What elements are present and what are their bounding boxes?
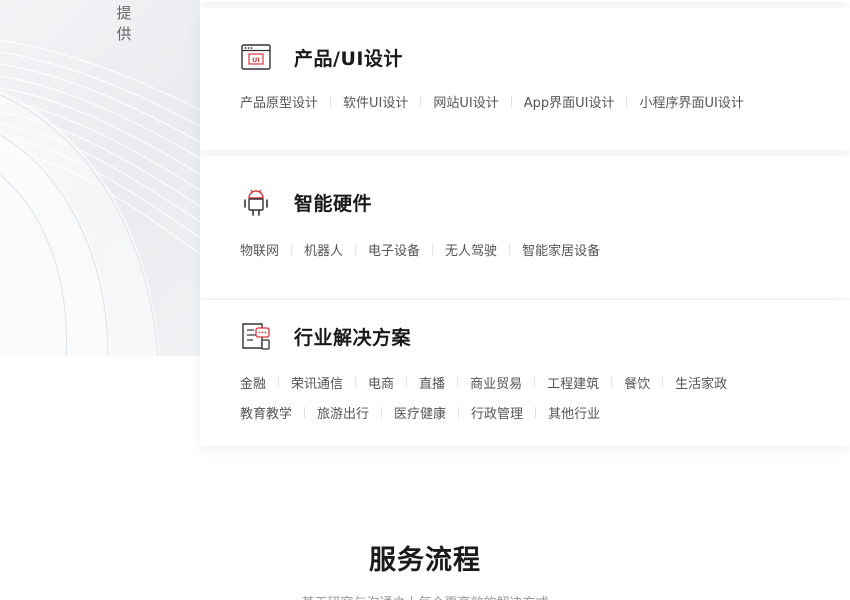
tag-software-ui[interactable]: 软件UI设计 <box>343 92 408 111</box>
section-subtitle: 基于研究与沟通之上每个更高效的解决方式 <box>0 592 850 600</box>
tag-divider <box>381 407 383 418</box>
wave-lines-decoration <box>0 39 200 356</box>
tag-divider <box>291 244 293 255</box>
tag-divider <box>509 244 511 255</box>
tag-divider <box>626 96 628 107</box>
tag-divider <box>304 407 306 418</box>
tag-construction[interactable]: 工程建筑 <box>547 373 599 392</box>
tag-divider <box>330 96 332 107</box>
tag-housekeeping[interactable]: 生活家政 <box>675 373 727 392</box>
tag-trade[interactable]: 商业贸易 <box>470 373 522 392</box>
tag-healthcare[interactable]: 医疗健康 <box>394 403 446 422</box>
ui-window-icon: UI <box>240 41 272 73</box>
tag-divider <box>535 407 537 418</box>
tag-miniprogram-ui[interactable]: 小程序界面UI设计 <box>639 92 743 111</box>
tag-telecom[interactable]: 荣讯通信 <box>291 373 343 392</box>
card-title: 产品/UI设计 <box>294 47 403 70</box>
card-title: 智能硬件 <box>294 192 373 215</box>
tag-divider <box>662 377 664 388</box>
android-robot-icon <box>240 186 272 218</box>
tag-list: 物联网 机器人 电子设备 无人驾驶 智能家居设备 <box>240 240 600 259</box>
ui-icon-label: UI <box>252 56 260 64</box>
previous-card-edge <box>200 0 850 2</box>
tag-finance[interactable]: 金融 <box>240 373 266 392</box>
tag-app-ui[interactable]: App界面UI设计 <box>524 92 615 111</box>
banner-vertical-text: 提供 <box>116 4 132 43</box>
tag-list-row-1: 金融 荣讯通信 电商 直播 商业贸易 工程建筑 餐饮 生活家政 <box>240 373 727 392</box>
service-card-smart-hardware: 智能硬件 物联网 机器人 电子设备 无人驾驶 智能家居设备 <box>200 156 850 298</box>
service-card-industry-solutions: 行业解决方案 金融 荣讯通信 电商 直播 商业贸易 工程建筑 餐饮 生活家政 教… <box>200 300 850 446</box>
solution-document-icon <box>240 320 272 352</box>
tag-divider <box>406 377 408 388</box>
tag-divider <box>420 96 422 107</box>
tag-electronics[interactable]: 电子设备 <box>368 240 420 259</box>
tag-education[interactable]: 教育教学 <box>240 403 292 422</box>
tag-web-ui[interactable]: 网站UI设计 <box>433 92 498 111</box>
tag-divider <box>432 244 434 255</box>
tag-divider <box>458 407 460 418</box>
tag-divider <box>611 377 613 388</box>
card-header: 行业解决方案 <box>240 320 411 352</box>
tag-divider <box>457 377 459 388</box>
tag-autonomous-driving[interactable]: 无人驾驶 <box>445 240 497 259</box>
tag-robot[interactable]: 机器人 <box>304 240 343 259</box>
tag-list-row-2: 教育教学 旅游出行 医疗健康 行政管理 其他行业 <box>240 403 600 422</box>
tag-smart-home[interactable]: 智能家居设备 <box>522 240 600 259</box>
card-title: 行业解决方案 <box>294 326 412 349</box>
tag-divider <box>510 96 512 107</box>
service-card-ui-design: UI 产品/UI设计 产品原型设计 软件UI设计 网站UI设计 App界面UI设… <box>200 8 850 150</box>
tag-iot[interactable]: 物联网 <box>240 240 279 259</box>
tag-divider <box>534 377 536 388</box>
tag-divider <box>278 377 280 388</box>
tag-other-industries[interactable]: 其他行业 <box>548 403 600 422</box>
tag-divider <box>355 377 357 388</box>
tag-catering[interactable]: 餐饮 <box>624 373 650 392</box>
tag-ecommerce[interactable]: 电商 <box>368 373 394 392</box>
tag-travel[interactable]: 旅游出行 <box>317 403 369 422</box>
tag-prototype-design[interactable]: 产品原型设计 <box>240 92 318 111</box>
tag-divider <box>355 244 357 255</box>
left-banner-art: 提供 <box>0 0 200 356</box>
section-title-service-process: 服务流程 <box>369 545 481 576</box>
tag-live-streaming[interactable]: 直播 <box>419 373 445 392</box>
card-header: 智能硬件 <box>240 186 372 218</box>
card-header: UI 产品/UI设计 <box>240 41 403 73</box>
tag-list: 产品原型设计 软件UI设计 网站UI设计 App界面UI设计 小程序界面UI设计 <box>240 92 744 111</box>
tag-administration[interactable]: 行政管理 <box>471 403 523 422</box>
